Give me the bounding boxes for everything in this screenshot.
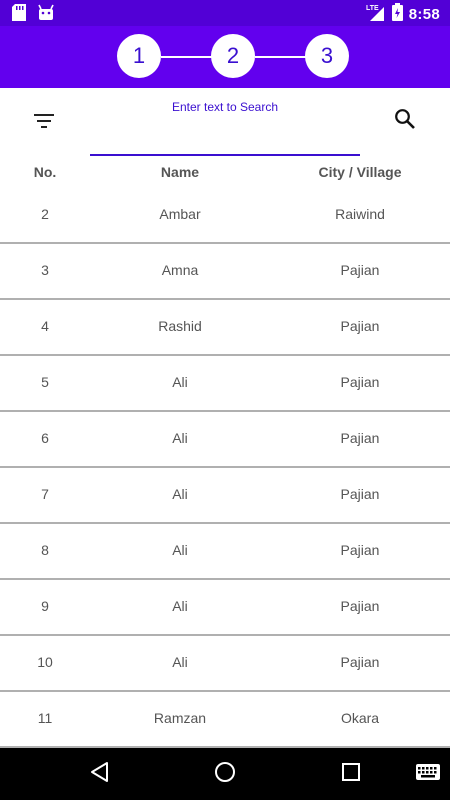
search-underline <box>90 154 360 156</box>
table-row[interactable]: 11 Ramzan Okara <box>0 692 450 748</box>
table-row[interactable]: 2 Ambar Raiwind <box>0 188 450 244</box>
table-body[interactable]: 2 Ambar Raiwind 3 Amna Pajian 4 Rashid P… <box>0 188 450 748</box>
sd-card-icon <box>12 4 26 26</box>
table-row[interactable]: 9 Ali Pajian <box>0 580 450 636</box>
stepper-header: 1 2 3 <box>0 26 450 88</box>
cell-city: Pajian <box>340 318 380 334</box>
cell-city: Pajian <box>340 654 380 670</box>
cell-city: Pajian <box>340 486 380 502</box>
filter-button[interactable] <box>28 106 62 140</box>
cell-city: Pajian <box>340 374 380 390</box>
cell-no: 3 <box>41 262 49 278</box>
cell-name: Ali <box>172 374 188 390</box>
status-bar-left <box>12 4 54 26</box>
cell-name: Amna <box>161 262 199 278</box>
cell-name: Ali <box>172 598 188 614</box>
home-button[interactable] <box>212 761 238 787</box>
clock: 8:58 <box>408 6 440 23</box>
signal-icon: LTE <box>366 3 386 26</box>
cell-city: Pajian <box>340 262 380 278</box>
search-button[interactable] <box>388 104 422 138</box>
home-icon <box>214 761 236 788</box>
android-icon <box>38 4 54 26</box>
cell-no: 11 <box>37 710 53 726</box>
table-row[interactable]: 4 Rashid Pajian <box>0 300 450 356</box>
table-row[interactable]: 6 Ali Pajian <box>0 412 450 468</box>
cell-no: 10 <box>37 654 53 670</box>
cell-no: 6 <box>41 430 49 446</box>
table-row[interactable]: 8 Ali Pajian <box>0 524 450 580</box>
search-icon <box>394 108 416 135</box>
search-hint: Enter text to Search <box>171 100 279 114</box>
status-bar: LTE 8:58 <box>0 0 450 26</box>
table-row[interactable]: 5 Ali Pajian <box>0 356 450 412</box>
step-3[interactable]: 3 <box>305 34 349 78</box>
header-city[interactable]: City / Village <box>270 164 450 180</box>
cell-name: Rashid <box>158 318 202 334</box>
back-icon <box>89 761 109 788</box>
cell-no: 4 <box>41 318 49 334</box>
search-field[interactable]: Enter text to Search <box>90 96 364 156</box>
recents-button[interactable] <box>338 761 364 787</box>
cell-no: 9 <box>41 598 49 614</box>
step-1[interactable]: 1 <box>117 34 161 78</box>
cell-city: Pajian <box>340 430 380 446</box>
header-name[interactable]: Name <box>90 164 270 180</box>
keyboard-button[interactable] <box>414 761 442 787</box>
cell-name: Ali <box>172 430 188 446</box>
network-label: LTE <box>366 5 379 12</box>
cell-city: Pajian <box>340 542 380 558</box>
step-connector <box>255 56 307 58</box>
recents-icon <box>342 762 360 786</box>
cell-name: Ali <box>172 542 188 558</box>
cell-city: Raiwind <box>335 206 385 222</box>
cell-name: Ramzan <box>153 710 207 726</box>
header-no[interactable]: No. <box>0 164 90 180</box>
cell-no: 8 <box>41 542 49 558</box>
table-row[interactable]: 3 Amna Pajian <box>0 244 450 300</box>
filter-icon <box>34 113 56 134</box>
cell-no: 7 <box>41 486 49 502</box>
search-input[interactable] <box>90 118 364 152</box>
status-bar-right: LTE 8:58 <box>366 3 440 26</box>
step-2[interactable]: 2 <box>211 34 255 78</box>
table-row[interactable]: 7 Ali Pajian <box>0 468 450 524</box>
navigation-bar <box>0 748 450 800</box>
cell-city: Pajian <box>340 598 380 614</box>
table-row[interactable]: 10 Ali Pajian <box>0 636 450 692</box>
cell-name: Ali <box>172 486 188 502</box>
table-header: No. Name City / Village <box>0 158 450 188</box>
cell-no: 5 <box>41 374 49 390</box>
back-button[interactable] <box>86 761 112 787</box>
step-connector <box>161 56 213 58</box>
cell-no: 2 <box>41 206 49 222</box>
keyboard-icon <box>416 763 440 785</box>
cell-name: Ambar <box>159 206 201 222</box>
cell-name: Ali <box>172 654 188 670</box>
cell-city: Okara <box>340 710 380 726</box>
battery-icon <box>391 3 403 26</box>
